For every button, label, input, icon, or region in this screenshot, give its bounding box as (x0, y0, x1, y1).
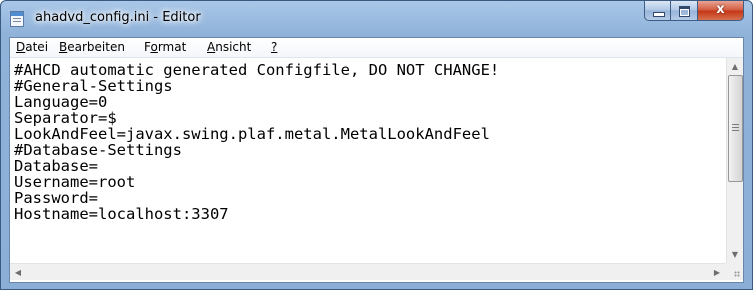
text-editor-area[interactable]: #AHCD automatic generated Configfile, DO… (10, 58, 726, 263)
resize-grip-icon[interactable] (726, 263, 743, 280)
scroll-up-arrow-icon[interactable]: ▲ (727, 58, 743, 75)
menu-help[interactable]: ? (271, 40, 277, 54)
menu-bar: Datei Bearbeiten Format Ansicht ? (10, 38, 743, 58)
text-line: LookAndFeel=javax.swing.plaf.metal.Metal… (14, 125, 490, 143)
text-line: #General-Settings (14, 77, 173, 95)
editor-window: ahadvd_config.ini - Editor x Datei Bearb… (0, 0, 753, 290)
close-button[interactable]: x (698, 1, 744, 21)
text-line: Hostname=localhost:3307 (14, 205, 229, 223)
maximize-icon (679, 6, 690, 17)
text-line: Username=root (14, 173, 136, 191)
minimize-button[interactable] (644, 1, 671, 21)
text-line: #AHCD automatic generated Configfile, DO… (14, 61, 500, 79)
window-title: ahadvd_config.ini - Editor (35, 10, 201, 25)
menu-format[interactable]: Format (144, 40, 186, 54)
menu-bearbeiten[interactable]: Bearbeiten (59, 40, 125, 54)
scroll-down-arrow-icon[interactable]: ▼ (727, 246, 743, 263)
menu-ansicht[interactable]: Ansicht (207, 40, 251, 54)
maximize-button[interactable] (671, 1, 698, 21)
close-icon: x (716, 2, 725, 17)
scroll-right-arrow-icon[interactable]: ▶ (709, 264, 725, 281)
notepad-icon[interactable] (10, 11, 24, 27)
text-line: Password= (14, 189, 98, 207)
text-line: #Database-Settings (14, 141, 182, 159)
text-line: Language=0 (14, 93, 108, 111)
text-line: Database= (14, 157, 98, 175)
menu-datei[interactable]: Datei (16, 40, 48, 54)
vertical-scrollbar[interactable]: ▲ ▼ (726, 58, 743, 263)
vertical-scroll-thumb[interactable] (728, 75, 743, 182)
caption-buttons: x (644, 1, 744, 22)
title-bar[interactable]: ahadvd_config.ini - Editor x (1, 1, 752, 37)
grip-icon (732, 124, 739, 131)
minimize-icon (653, 12, 665, 17)
scroll-left-arrow-icon[interactable]: ◀ (10, 264, 26, 281)
client-area: Datei Bearbeiten Format Ansicht ? #AHCD … (9, 37, 744, 283)
text-line: Separator=$ (14, 109, 117, 127)
horizontal-scrollbar[interactable]: ◀ ▶ (10, 263, 726, 280)
